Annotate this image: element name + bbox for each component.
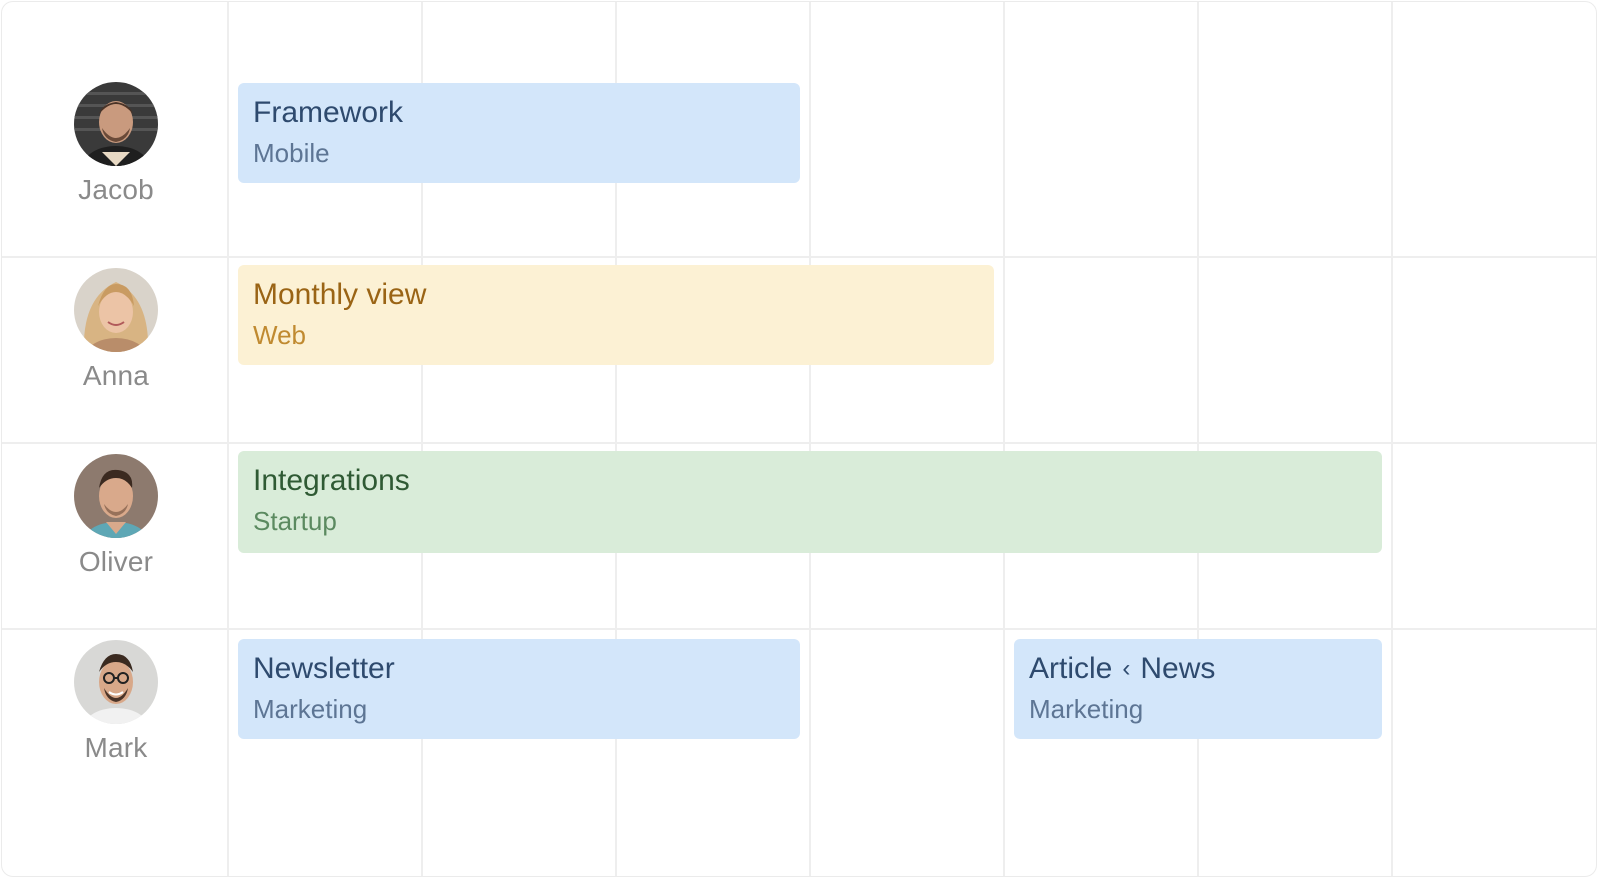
event-title-part: Article [1029, 652, 1113, 685]
grid-column-divider [1003, 2, 1005, 876]
event-title: Newsletter [253, 652, 395, 685]
person-name: Mark [84, 732, 148, 763]
event-monthly-view[interactable]: Monthly view Web [238, 265, 994, 365]
chevron-left-icon: ‹ [1122, 655, 1131, 682]
event-subtitle: Marketing [253, 694, 368, 724]
event-title: Framework [253, 96, 404, 129]
timeline-board: Jacob Anna Oliver Mark Framework Mobile … [1, 1, 1597, 877]
grid-row-divider [2, 256, 1596, 258]
grid-row-divider [2, 628, 1596, 630]
avatar-jacob-icon [74, 82, 158, 166]
person-name: Anna [82, 360, 150, 391]
event-title: Article ‹ News [1029, 651, 1367, 687]
avatar-mark-icon [74, 640, 158, 724]
grid-column-divider [227, 2, 229, 876]
event-subtitle: Mobile [253, 138, 330, 168]
event-newsletter[interactable]: Newsletter Marketing [238, 639, 800, 739]
person-row-jacob: Jacob [36, 82, 196, 206]
person-name: Oliver [78, 546, 154, 577]
person-row-mark: Mark [36, 640, 196, 764]
event-subtitle: Startup [253, 506, 337, 536]
event-title: Monthly view [253, 278, 427, 311]
event-integrations[interactable]: Integrations Startup [238, 451, 1382, 553]
grid-row-divider [2, 442, 1596, 444]
avatar-anna-icon [74, 268, 158, 352]
event-subtitle: Web [253, 320, 306, 350]
grid-column-divider [1391, 2, 1393, 876]
person-name: Jacob [78, 174, 154, 205]
grid-column-divider [809, 2, 811, 876]
event-subtitle: Marketing [1029, 694, 1144, 724]
grid-column-divider [1197, 2, 1199, 876]
event-article-news[interactable]: Article ‹ News Marketing [1014, 639, 1382, 739]
person-row-oliver: Oliver [36, 454, 196, 578]
event-title: Integrations [253, 464, 410, 497]
event-framework[interactable]: Framework Mobile [238, 83, 800, 183]
person-row-anna: Anna [36, 268, 196, 392]
event-title-part: News [1140, 652, 1216, 685]
avatar-oliver-icon [74, 454, 158, 538]
